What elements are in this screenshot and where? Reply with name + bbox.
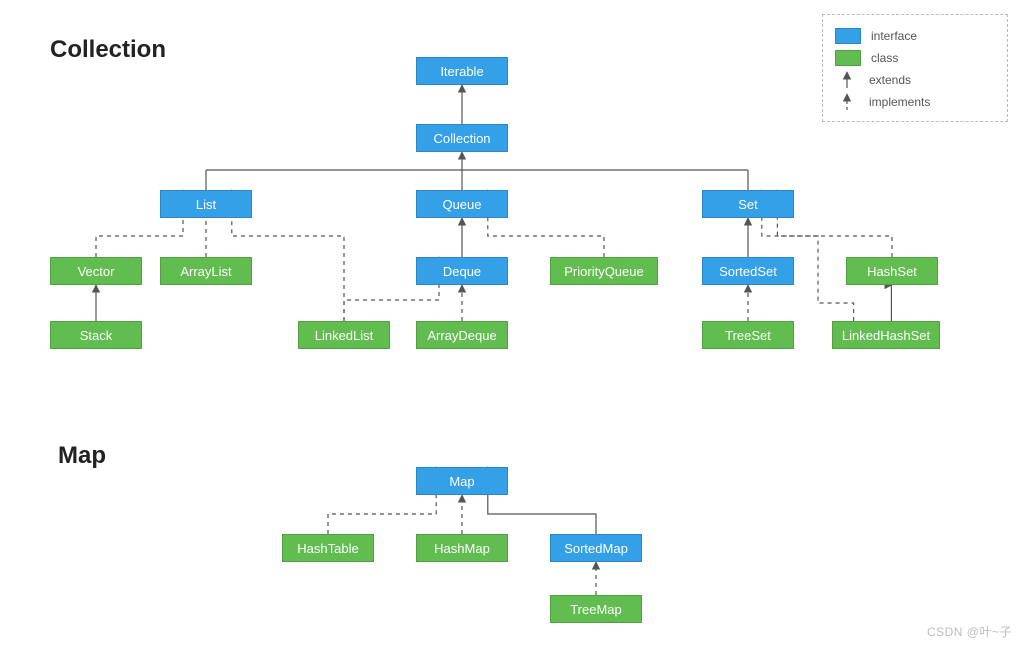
watermark: CSDN @叶~子 [927,623,1012,640]
node-map: Map [416,467,508,495]
node-sortedset: SortedSet [702,257,794,285]
legend-implements-arrow-icon [835,92,859,112]
edge [891,285,892,321]
node-list: List [160,190,252,218]
node-stack: Stack [50,321,142,349]
legend-class-label: class [871,51,898,65]
section-title-collection: Collection [50,36,166,64]
node-sortedmap: SortedMap [550,534,642,562]
node-hashset: HashSet [846,257,938,285]
legend-swatch-interface [835,28,861,44]
legend-interface-label: interface [871,29,917,43]
node-queue: Queue [416,190,508,218]
legend-extends-label: extends [869,73,911,87]
node-linkedlist: LinkedList [298,321,390,349]
node-deque: Deque [416,257,508,285]
legend-implements-label: implements [869,95,930,109]
node-vector: Vector [50,257,142,285]
node-hashmap: HashMap [416,534,508,562]
node-arraylist: ArrayList [160,257,252,285]
legend-swatch-class [835,50,861,66]
node-iterable: Iterable [416,57,508,85]
node-collection: Collection [416,124,508,152]
edge [777,190,892,257]
legend-extends-arrow-icon [835,70,859,90]
diagram-stage: Collection Map Iterable Collection List Que… [0,0,1024,646]
node-treeset: TreeSet [702,321,794,349]
node-hashtable: HashTable [282,534,374,562]
legend-class: class [835,47,995,69]
node-priorityqueue: PriorityQueue [550,257,658,285]
node-arraydeque: ArrayDeque [416,321,508,349]
legend: interface class extends implements [822,14,1008,122]
node-treemap: TreeMap [550,595,642,623]
node-linkedhashset: LinkedHashSet [832,321,940,349]
section-title-map: Map [58,442,106,470]
legend-extends: extends [835,69,995,91]
node-set: Set [702,190,794,218]
legend-interface: interface [835,25,995,47]
legend-implements: implements [835,91,995,113]
